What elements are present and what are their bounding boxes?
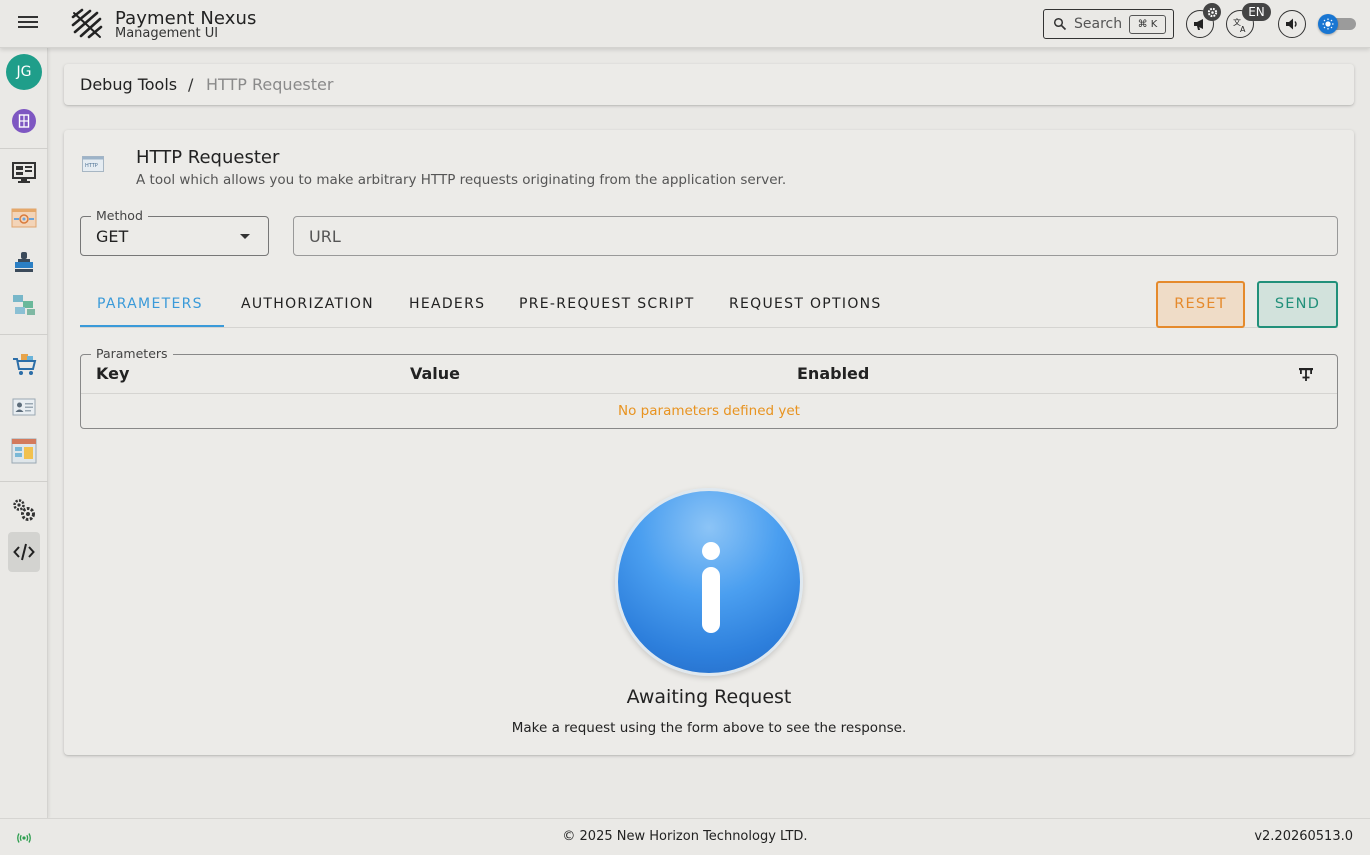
network-routing-icon — [13, 295, 35, 315]
search-icon — [1053, 17, 1067, 31]
method-value: GET — [96, 227, 129, 246]
settings-badge-icon — [1203, 3, 1221, 21]
svg-text:HTTP: HTTP — [85, 163, 98, 169]
app-subtitle: Management UI — [115, 26, 219, 41]
column-header-enabled: Enabled — [797, 364, 870, 383]
theme-toggle[interactable] — [1318, 13, 1358, 35]
response-status-title: Awaiting Request — [626, 686, 792, 708]
sound-button[interactable] — [1278, 10, 1306, 38]
column-header-value: Value — [410, 364, 461, 383]
system-settings-icon — [13, 499, 35, 521]
sidebar-item-payments[interactable] — [8, 202, 40, 234]
breadcrumb: Debug Tools / HTTP Requester — [64, 64, 1354, 105]
search-shortcut: ⌘ K — [1129, 15, 1166, 34]
debug-code-icon — [13, 543, 35, 561]
method-label: Method — [91, 208, 148, 223]
merchant-cart-icon — [13, 354, 37, 375]
empty-parameters-message: No parameters defined yet — [618, 403, 800, 419]
method-select[interactable]: Method GET — [80, 208, 269, 256]
sidebar-item-routing[interactable] — [8, 289, 40, 321]
organization-icon — [12, 109, 36, 133]
reports-icon — [11, 438, 37, 464]
tab-authorization[interactable]: AUTHORIZATION — [241, 280, 374, 328]
tab-parameters[interactable]: PARAMETERS — [97, 280, 203, 328]
request-tabs: PARAMETERS AUTHORIZATION HEADERS PRE-REQ… — [80, 280, 1338, 328]
sidebar-item-monitor[interactable] — [8, 157, 40, 189]
payment-gateway-icon — [11, 208, 37, 228]
monitor-dashboard-icon — [12, 162, 36, 183]
volume-icon — [1286, 18, 1297, 30]
sidebar-item-customers[interactable] — [8, 391, 40, 423]
svg-text:A: A — [1240, 25, 1246, 33]
breadcrumb-parent[interactable]: Debug Tools — [80, 75, 177, 94]
url-input[interactable] — [293, 216, 1338, 256]
sidebar: JG — [0, 48, 48, 818]
http-requester-card: HTTP HTTP Requester A tool which allows … — [64, 130, 1354, 755]
menu-icon[interactable] — [16, 14, 40, 34]
http-icon: HTTP — [82, 156, 104, 172]
search-button[interactable]: Search ⌘ K — [1043, 9, 1174, 39]
sidebar-item-system-settings[interactable] — [8, 494, 40, 526]
top-app-bar: Payment Nexus Management UI Search ⌘ K 文… — [0, 0, 1370, 48]
parameters-table: Parameters Key Value Enabled No paramete… — [80, 346, 1338, 429]
response-status-message: Make a request using the form above to s… — [511, 720, 907, 736]
breadcrumb-current: HTTP Requester — [206, 75, 334, 94]
payment-nexus-logo — [71, 8, 103, 39]
info-icon — [615, 488, 803, 676]
language-badge: EN — [1242, 3, 1271, 21]
version-text: v2.20260513.0 — [1254, 829, 1353, 844]
send-button[interactable]: SEND — [1257, 281, 1338, 328]
sidebar-item-terminals[interactable] — [8, 246, 40, 278]
page-title: HTTP Requester — [136, 147, 280, 168]
tab-headers[interactable]: HEADERS — [409, 280, 485, 328]
search-label: Search — [1074, 16, 1123, 32]
column-header-key: Key — [96, 364, 130, 383]
add-column-icon[interactable] — [1298, 366, 1314, 382]
sidebar-item-organization[interactable] — [8, 105, 40, 137]
brightness-icon — [1318, 14, 1338, 34]
parameters-legend: Parameters — [91, 346, 173, 361]
sidebar-item-debug-tools[interactable] — [8, 532, 40, 572]
customer-id-card-icon — [12, 398, 36, 416]
breadcrumb-separator: / — [188, 75, 194, 94]
tab-request-options[interactable]: REQUEST OPTIONS — [729, 280, 882, 328]
sidebar-item-merchants[interactable] — [8, 348, 40, 380]
sidebar-item-reports[interactable] — [8, 435, 40, 467]
avatar[interactable]: JG — [6, 54, 42, 90]
tab-pre-request-script[interactable]: PRE-REQUEST SCRIPT — [519, 280, 695, 328]
terminal-stamp-icon — [15, 252, 33, 272]
page-description: A tool which allows you to make arbitrar… — [136, 172, 787, 188]
footer: © 2025 New Horizon Technology LTD. v2.20… — [0, 818, 1370, 855]
chevron-down-icon — [240, 234, 250, 239]
active-tab-indicator — [80, 325, 224, 327]
reset-button[interactable]: RESET — [1156, 281, 1245, 328]
copyright-text: © 2025 New Horizon Technology LTD. — [562, 829, 808, 844]
